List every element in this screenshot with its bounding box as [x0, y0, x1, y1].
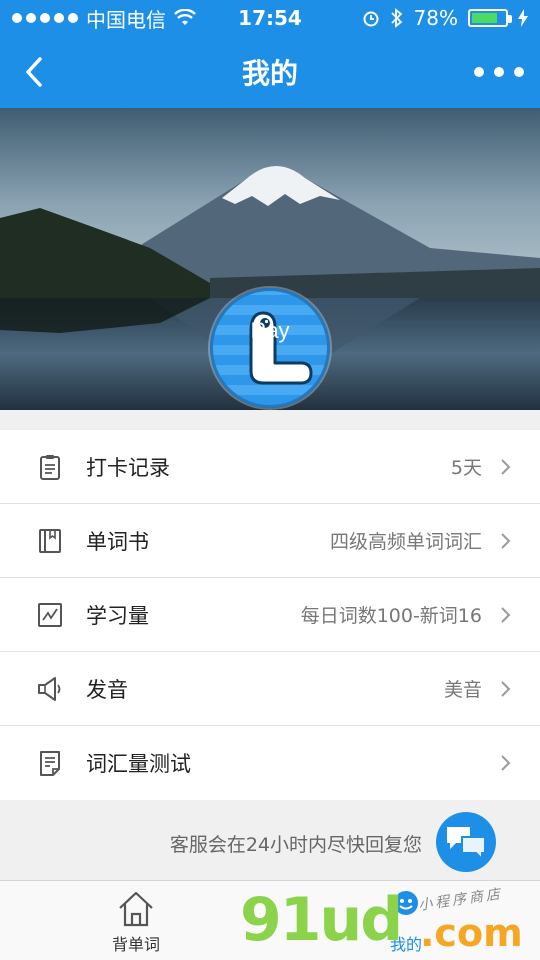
alarm-icon: [363, 11, 379, 27]
profile-banner: Ray: [0, 108, 540, 410]
chevron-left-icon: [26, 57, 42, 87]
book-icon: [39, 529, 61, 553]
battery-percent: 78%: [413, 6, 458, 30]
list-item-pronunciation[interactable]: 发音 美音: [0, 652, 540, 726]
more-icon: [474, 67, 484, 77]
list-item-value: 5天: [450, 457, 482, 479]
settings-list: 打卡记录 5天 单词书 四级高频单词词汇 学习量 每日词数100-新词16 发音…: [0, 430, 540, 800]
list-item-label: 词汇量测试: [86, 752, 191, 776]
list-item-value: 美音: [443, 679, 482, 701]
speaker-icon: [38, 677, 61, 701]
wifi-icon: [174, 9, 196, 25]
page-title: 我的: [241, 57, 298, 90]
chat-bubbles-icon: [447, 827, 486, 861]
avatar[interactable]: [210, 288, 330, 408]
charging-icon: [518, 9, 528, 27]
carrier-label: 中国电信: [86, 7, 166, 32]
chat-button[interactable]: [436, 812, 496, 872]
home-icon: [119, 891, 153, 927]
test-document-icon: [40, 751, 60, 776]
bluetooth-icon: [390, 8, 402, 28]
chevron-right-icon: [501, 755, 511, 771]
back-button[interactable]: [14, 52, 54, 92]
tab-label: 我的: [389, 935, 422, 954]
clipboard-icon: [40, 455, 60, 480]
status-bar: 中国电信 17:54 78%: [0, 0, 540, 36]
list-item-study-amount[interactable]: 学习量 每日词数100-新词16: [0, 578, 540, 652]
tab-bar: 背单词 我的: [0, 880, 540, 960]
list-item-label: 发音: [86, 677, 128, 702]
tab-label: 背单词: [111, 935, 160, 954]
chart-icon: [38, 603, 62, 627]
nav-bar: 我的: [0, 36, 540, 108]
list-item-vocab-test[interactable]: 词汇量测试: [0, 726, 540, 800]
username: Ray: [250, 318, 290, 343]
list-item-label: 学习量: [86, 603, 149, 628]
list-item-checkin-record[interactable]: 打卡记录 5天: [0, 430, 540, 504]
battery-icon: [468, 9, 512, 27]
list-item-label: 单词书: [86, 529, 149, 554]
chevron-right-icon: [501, 607, 511, 623]
tab-study[interactable]: 背单词: [56, 889, 216, 960]
chevron-right-icon: [501, 533, 511, 549]
tab-profile[interactable]: 我的: [326, 889, 486, 960]
more-button[interactable]: [474, 58, 524, 86]
list-item-value: 四级高频单词词汇: [329, 531, 482, 553]
profile-icon: [394, 891, 418, 915]
list-item-word-book[interactable]: 单词书 四级高频单词词汇: [0, 504, 540, 578]
chevron-right-icon: [501, 681, 511, 697]
list-item-value: 每日词数100-新词16: [300, 605, 482, 627]
customer-service-strip: 客服会在24小时内尽快回复您: [0, 800, 540, 880]
signal-icon: [12, 13, 78, 23]
chevron-right-icon: [501, 459, 511, 475]
list-item-label: 打卡记录: [86, 455, 170, 480]
support-message: 客服会在24小时内尽快回复您: [169, 834, 422, 856]
logo-l-icon: [249, 311, 313, 385]
